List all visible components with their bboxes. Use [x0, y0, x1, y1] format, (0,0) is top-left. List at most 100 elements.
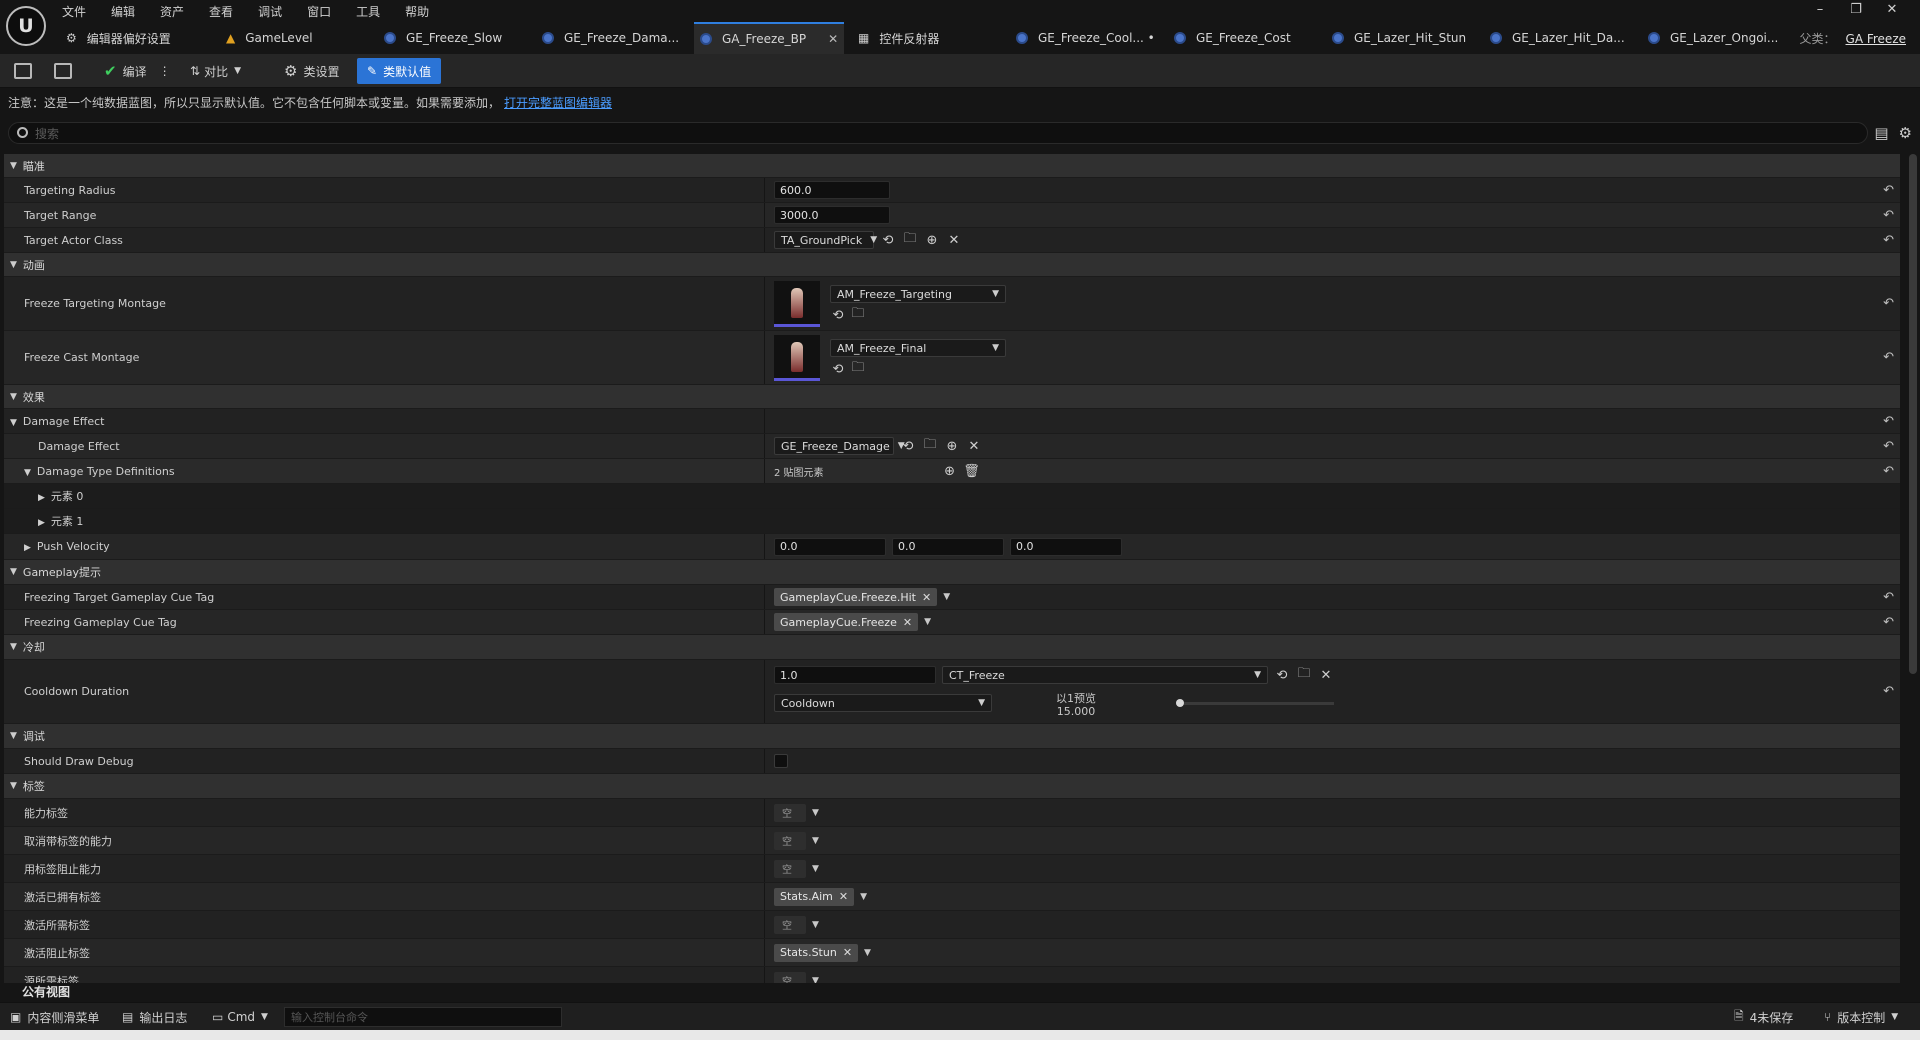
content-drawer-button[interactable]: ▣ 内容侧滑菜单 — [10, 1003, 99, 1031]
tab-ge-freeze-damage[interactable]: GE_Freeze_Dama... — [542, 22, 679, 54]
unreal-logo-icon[interactable]: U — [6, 6, 46, 46]
browse-folder-icon[interactable]: 🗀 — [1296, 666, 1312, 683]
trash-icon[interactable]: 🗑 — [963, 463, 980, 479]
use-selected-icon[interactable]: ⟲ — [880, 232, 896, 248]
remove-tag-icon[interactable]: ✕ — [839, 890, 848, 903]
reset-arrow-icon[interactable]: ↶ — [1883, 684, 1894, 699]
tab-ge-lazer-hit-damage[interactable]: GE_Lazer_Hit_Da... — [1490, 22, 1625, 54]
remove-tag-icon[interactable]: ✕ — [843, 946, 852, 959]
menu-tools[interactable]: 工具 — [356, 3, 380, 20]
curve-row-dropdown[interactable]: Cooldown ▼ — [774, 694, 992, 712]
element-0-row[interactable]: ▶ 元素 0 — [4, 484, 1900, 509]
gameplay-tag-chip[interactable]: GameplayCue.Freeze.Hit ✕ — [774, 588, 938, 606]
tab-ga-freeze-bp[interactable]: GA_Freeze_BP ✕ — [694, 22, 844, 54]
use-selected-icon[interactable]: ⟲ — [830, 361, 846, 377]
empty-tag-container[interactable]: 空 — [774, 915, 806, 934]
reset-arrow-icon[interactable]: ↶ — [1883, 439, 1894, 454]
gameplay-tag-chip[interactable]: Stats.Aim ✕ — [774, 887, 855, 906]
montage-thumbnail[interactable] — [774, 281, 820, 327]
category-gameplay-cues[interactable]: ▼ Gameplay提示 — [4, 560, 1900, 585]
damage-effect-dropdown[interactable]: GE_Freeze_Damage ▼ — [774, 437, 905, 455]
source-control-button[interactable]: ⑂ 版本控制 ▼ — [1824, 1003, 1898, 1031]
element-1-row[interactable]: ▶ 元素 1 — [4, 509, 1900, 534]
open-full-editor-link[interactable]: 打开完整蓝图编辑器 — [504, 94, 612, 111]
browse-button[interactable] — [54, 54, 78, 88]
category-animation[interactable]: ▼ 动画 — [4, 253, 1900, 277]
add-icon[interactable]: ⊕ — [944, 438, 960, 454]
remove-tag-icon[interactable]: ✕ — [903, 616, 912, 629]
remove-tag-icon[interactable]: ✕ — [922, 591, 931, 604]
tab-gamelevel[interactable]: ▲ GameLevel — [226, 22, 313, 54]
tab-widget-reflector[interactable]: ▦ 控件反射器 — [858, 22, 939, 54]
menu-window[interactable]: 窗口 — [307, 3, 331, 20]
reset-arrow-icon[interactable]: ↶ — [1883, 590, 1894, 605]
browse-folder-icon[interactable]: 🗀 — [850, 306, 866, 323]
menu-file[interactable]: 文件 — [62, 3, 86, 20]
tab-ge-freeze-cost[interactable]: GE_Freeze_Cost — [1174, 22, 1291, 54]
chevron-down-icon[interactable]: ▼ — [812, 864, 819, 874]
reset-arrow-icon[interactable]: ↶ — [1883, 233, 1894, 248]
tab-ge-freeze-slow[interactable]: GE_Freeze_Slow — [384, 22, 502, 54]
reset-arrow-icon[interactable]: ↶ — [1883, 183, 1894, 198]
category-cooldown[interactable]: ▼ 冷却 — [4, 635, 1900, 660]
maximize-icon[interactable]: ❐ — [1838, 2, 1874, 17]
preview-slider[interactable] — [1176, 699, 1334, 707]
reset-arrow-icon[interactable]: ↶ — [1883, 464, 1894, 479]
reset-arrow-icon[interactable]: ↶ — [1883, 296, 1894, 311]
freeze-cast-montage-dropdown[interactable]: AM_Freeze_Final ▼ — [830, 339, 1006, 357]
prop-damage-type-definitions[interactable]: ▼ Damage Type Definitions 2 贴图元素 ⊕ 🗑 ↶ — [4, 459, 1900, 484]
empty-tag-container[interactable]: 空 — [774, 803, 806, 822]
use-selected-icon[interactable]: ⟲ — [1274, 667, 1290, 683]
reset-arrow-icon[interactable]: ↶ — [1883, 414, 1894, 429]
save-button[interactable] — [14, 54, 38, 88]
freeze-targeting-montage-dropdown[interactable]: AM_Freeze_Targeting ▼ — [830, 285, 1006, 303]
reset-arrow-icon[interactable]: ↶ — [1883, 208, 1894, 223]
menu-help[interactable]: 帮助 — [405, 3, 429, 20]
tab-ge-freeze-cooldown[interactable]: GE_Freeze_Cool... • — [1016, 22, 1155, 54]
compile-options-icon[interactable]: ⋮ — [159, 64, 171, 78]
target-actor-class-dropdown[interactable]: TA_GroundPick ▼ — [774, 231, 877, 249]
category-effects[interactable]: ▼ 效果 — [4, 385, 1900, 409]
chevron-down-icon[interactable]: ▼ — [924, 617, 931, 627]
cmd-button[interactable]: ▭ Cmd ▼ — [212, 1003, 268, 1031]
use-selected-icon[interactable]: ⟲ — [830, 307, 846, 323]
empty-tag-container[interactable]: 空 — [774, 859, 806, 878]
tab-ge-lazer-hit-stun[interactable]: GE_Lazer_Hit_Stun — [1332, 22, 1466, 54]
chevron-down-icon[interactable]: ▼ — [812, 808, 819, 818]
target-range-input[interactable]: 3000.0 — [774, 206, 890, 224]
tab-ge-lazer-ongoing[interactable]: GE_Lazer_Ongoi... — [1648, 22, 1778, 54]
curve-table-dropdown[interactable]: CT_Freeze ▼ — [942, 666, 1268, 684]
details-scrollbar[interactable] — [1909, 154, 1917, 674]
menu-view[interactable]: 查看 — [209, 3, 233, 20]
reset-arrow-icon[interactable]: ↶ — [1883, 615, 1894, 630]
chevron-down-icon[interactable]: ▼ — [812, 920, 819, 930]
console-command-input[interactable]: 输入控制台命令 — [284, 1007, 562, 1027]
menu-debug[interactable]: 调试 — [258, 3, 282, 20]
reset-arrow-icon[interactable]: ↶ — [1883, 350, 1894, 365]
clear-icon[interactable]: ✕ — [946, 232, 962, 248]
chevron-down-icon[interactable]: ▼ — [943, 592, 950, 602]
chevron-down-icon[interactable]: ▼ — [860, 892, 867, 902]
category-tags[interactable]: ▼ 标签 — [4, 774, 1900, 799]
slider-knob[interactable] — [1176, 699, 1184, 707]
group-damage-effect[interactable]: ▼ Damage Effect ↶ — [4, 409, 1900, 434]
push-velocity-y-input[interactable]: 0.0 — [892, 537, 1004, 556]
clear-icon[interactable]: ✕ — [966, 438, 982, 454]
montage-thumbnail[interactable] — [774, 335, 820, 381]
search-input[interactable]: 搜索 — [8, 122, 1868, 144]
class-settings-button[interactable]: ⚙ 类设置 — [284, 54, 339, 88]
parent-class-link[interactable]: GA Freeze — [1846, 32, 1906, 46]
add-icon[interactable]: ⊕ — [924, 232, 940, 248]
menu-edit[interactable]: 编辑 — [111, 3, 135, 20]
browse-folder-icon[interactable]: 🗀 — [922, 437, 938, 454]
compile-button[interactable]: ✔ 编译 ⋮ — [104, 54, 171, 88]
cooldown-duration-input[interactable]: 1.0 — [774, 666, 936, 684]
add-element-icon[interactable]: ⊕ — [942, 463, 958, 479]
clear-icon[interactable]: ✕ — [1318, 667, 1334, 683]
close-window-icon[interactable]: ✕ — [1874, 2, 1910, 17]
use-selected-icon[interactable]: ⟲ — [900, 438, 916, 454]
category-targeting[interactable]: ▼ 瞄准 — [4, 154, 1900, 178]
expand-arrow-icon[interactable]: ▶ — [24, 543, 31, 553]
push-velocity-x-input[interactable]: 0.0 — [774, 537, 886, 556]
settings-icon[interactable]: ⚙ — [1899, 124, 1912, 142]
